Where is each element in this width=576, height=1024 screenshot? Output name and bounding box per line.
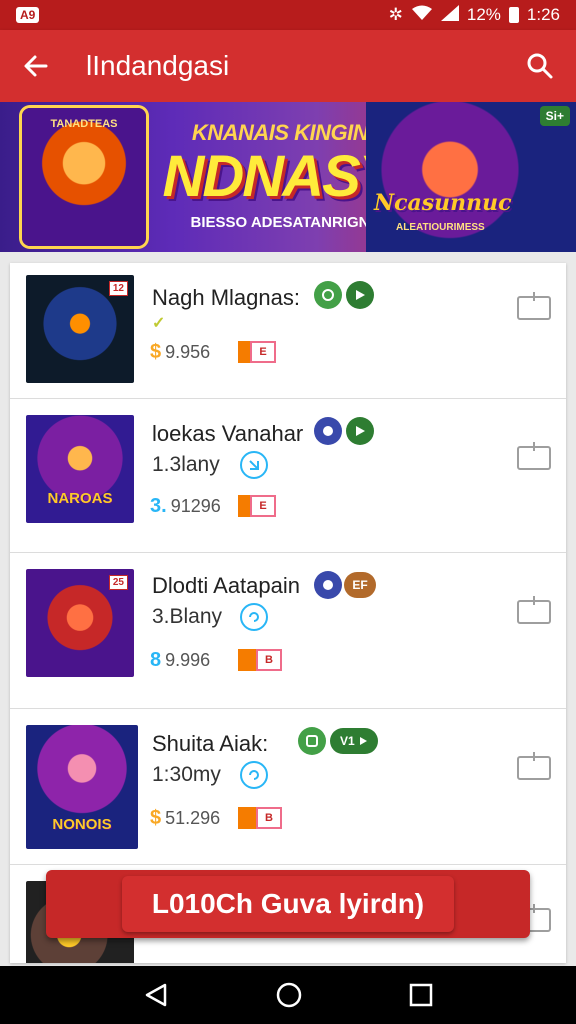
platform-badge (314, 281, 342, 309)
list-item[interactable]: 25 Dlodti Aatapain EF 3.Blany 8 9.996 B (10, 553, 566, 709)
banner-art-caption: TANADTEAS (50, 118, 118, 130)
battery-percent: 12% (466, 5, 501, 24)
game-price: 3. 91296 (150, 495, 221, 518)
game-thumbnail: 12 (26, 275, 134, 383)
search-button[interactable] (518, 44, 562, 88)
promo-banner[interactable]: TANADTEAS KNANAIS KINGIN NDNASY BIESSO A… (0, 102, 576, 252)
price-value: 9.956 (165, 342, 211, 362)
back-button[interactable] (14, 44, 58, 88)
currency-symbol: 3. (150, 495, 167, 517)
signal-icon (440, 4, 459, 26)
game-title: Shuita Aiak: (152, 731, 269, 756)
banner-corner-badge: Si+ (539, 106, 570, 126)
update-icon (240, 451, 268, 479)
rating-badge: E (238, 341, 276, 363)
game-thumbnail: NONOIS (26, 725, 138, 849)
status-icons: ✲ 12% 1:26 (388, 4, 560, 26)
category-badge: V1 (330, 728, 378, 754)
verified-check-icon: ✓ (152, 315, 166, 332)
play-store-icon (346, 417, 374, 445)
game-size: 3.Blany (152, 605, 223, 628)
clock: 1:26 (526, 5, 560, 24)
banner-headline-top: KNANAIS KINGIN (191, 120, 369, 145)
game-thumbnail: 25 (26, 569, 134, 677)
status-bar: A9 ✲ 12% 1:26 (0, 0, 576, 30)
share-icon[interactable] (516, 595, 552, 625)
wifi-icon (411, 5, 433, 26)
rating-badge: B (238, 649, 282, 671)
battery-icon (508, 7, 519, 23)
play-store-icon (346, 281, 374, 309)
game-size: 1:30my (152, 763, 221, 786)
game-price: $9.956 (150, 341, 210, 364)
update-icon (240, 761, 268, 789)
platform-badge (314, 571, 342, 599)
rating-badge: E (238, 495, 276, 517)
rating-badge: B (238, 807, 282, 829)
currency-symbol: $ (150, 807, 162, 829)
system-nav-bar (0, 966, 576, 1024)
game-title: loekas Vanahar (152, 421, 304, 446)
list-item[interactable]: 12 Nagh Mlagnas: ✓ $9.956 E (10, 263, 566, 399)
currency-symbol: 8 (150, 649, 162, 671)
price-value: 9.996 (165, 650, 211, 670)
price-value: 51.296 (165, 808, 221, 828)
thumbnail-tag: 12 (108, 281, 128, 296)
install-button[interactable]: L010Ch Guva lyirdn) (46, 870, 530, 938)
thumbnail-caption: NAROAS (47, 490, 113, 507)
game-title: Dlodti Aatapain (152, 573, 300, 598)
share-icon[interactable] (516, 291, 552, 321)
nav-back-icon[interactable] (143, 982, 169, 1008)
game-size: 1.3lany (152, 453, 220, 476)
platform-badge (298, 727, 326, 755)
game-price: 8 9.996 (150, 649, 210, 672)
thumbnail-caption: NONOIS (52, 816, 112, 833)
thumbnail-tag: 25 (108, 575, 128, 590)
game-thumbnail: NAROAS (26, 415, 134, 523)
nav-recents-icon[interactable] (409, 983, 433, 1007)
price-value: 91296 (170, 496, 221, 516)
vibrate-icon: ✲ (388, 5, 403, 24)
list-item[interactable]: NONOIS Shuita Aiak: V1 1:30my $51.296 B (10, 709, 566, 865)
notification-badge: A9 (16, 7, 40, 23)
currency-symbol: $ (150, 341, 162, 363)
banner-headline-sub: BIESSO ADESATANRIGN (190, 214, 370, 231)
banner-game-logo-sub: ALEATIOURIMESS (396, 222, 485, 233)
app-bar: lIndandgasi (0, 30, 576, 102)
share-icon[interactable] (516, 441, 552, 471)
game-title: Nagh Mlagnas: (152, 285, 300, 310)
category-badge-label: V1 (339, 734, 355, 748)
game-price: $51.296 (150, 807, 220, 830)
search-icon (527, 53, 553, 79)
category-badge: EF (344, 572, 376, 598)
list-item[interactable]: NAROAS loekas Vanahar 1.3lany 3. 91296 E (10, 399, 566, 553)
arrow-left-icon (24, 55, 48, 77)
platform-badge (314, 417, 342, 445)
share-icon[interactable] (516, 751, 552, 781)
game-list: 12 Nagh Mlagnas: ✓ $9.956 E NAROAS loeka… (10, 263, 566, 963)
banner-hero-art: TANADTEAS (22, 108, 146, 246)
update-icon (240, 603, 268, 631)
nav-home-icon[interactable] (275, 981, 303, 1009)
banner-game-logo: Ncasunnuc (374, 190, 512, 216)
install-button-label: L010Ch Guva lyirdn) (121, 876, 455, 932)
page-title: lIndandgasi (86, 50, 230, 81)
